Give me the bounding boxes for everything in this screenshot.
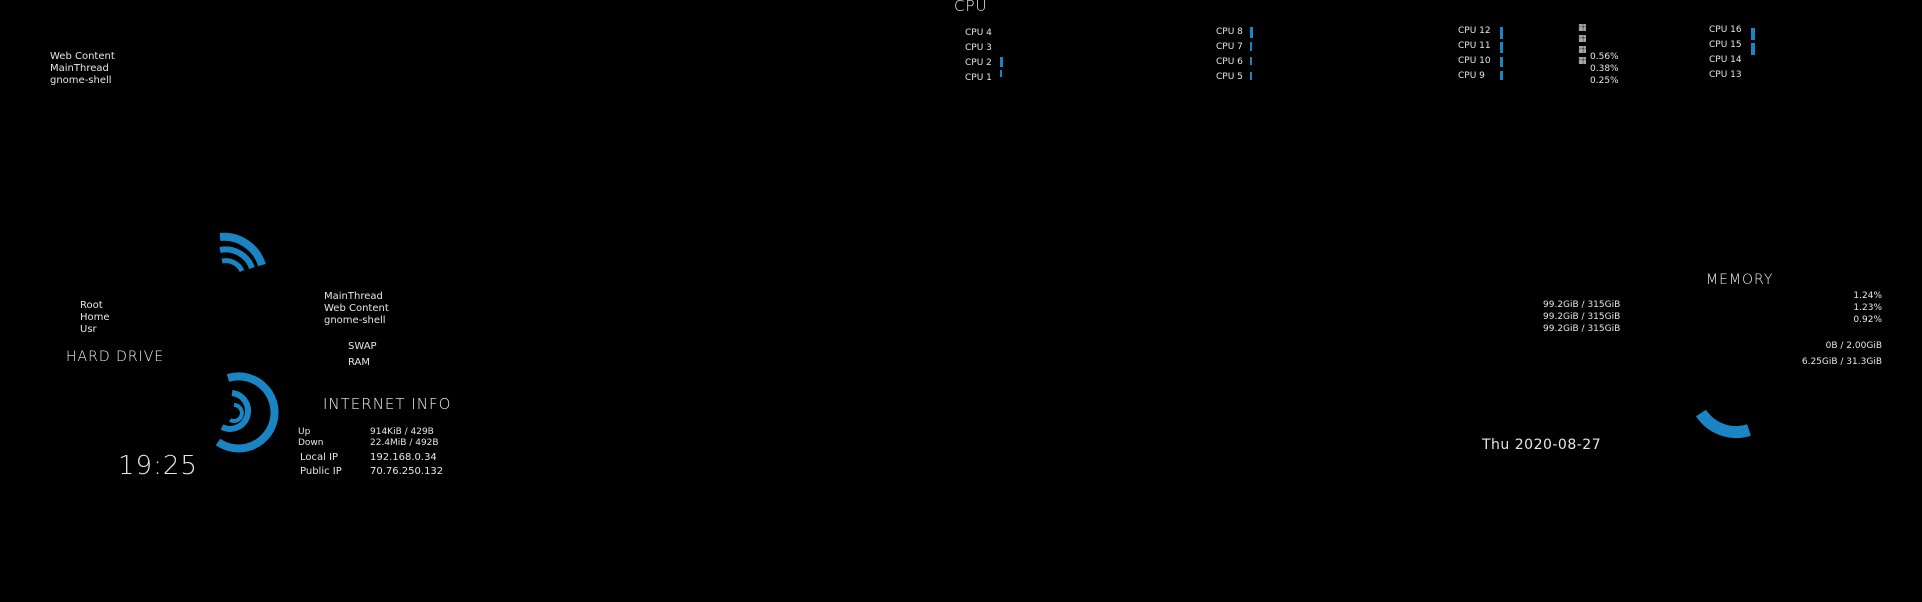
memory-ring-icon — [1695, 409, 1751, 438]
memory-percent: 1.23% — [1853, 303, 1882, 313]
cpu-bar — [1500, 71, 1503, 80]
cpu-bar — [1000, 70, 1002, 77]
process-name: gnome-shell — [324, 315, 386, 326]
hard-drive-mounts: Root Home Usr — [80, 300, 110, 336]
cpu-label: CPU 1 — [965, 72, 992, 83]
usage-value: 99.2GiB / 315GiB — [1543, 312, 1621, 322]
memory-process-list: MainThread Web Content gnome-shell — [324, 291, 389, 327]
cpu-title: CPU — [954, 0, 988, 15]
cpu-group-4: CPU 16 CPU 15 CPU 14 CPU 13 — [1709, 22, 1742, 82]
cpu-bar — [1500, 42, 1503, 53]
mount-label: Home — [80, 312, 110, 323]
cpu-bar — [1250, 72, 1252, 80]
cpu-label: CPU 9 — [1458, 70, 1485, 81]
overlap-glyphs: ▦ ▦ ▦ ▦ — [1578, 23, 1587, 66]
ram-label: RAM — [348, 357, 371, 368]
clock-time: 19:25 — [118, 451, 198, 481]
cpu-label: CPU 7 — [1216, 41, 1243, 52]
process-name: Web Content — [324, 303, 389, 314]
process-name: MainThread — [324, 291, 383, 302]
cpu-bar — [1250, 57, 1252, 65]
cpu-label: CPU 11 — [1458, 40, 1491, 51]
cpu-bar — [1500, 27, 1503, 39]
usage-value: 99.2GiB / 315GiB — [1543, 300, 1621, 310]
top-process-list: Web Content MainThread gnome-shell — [50, 51, 115, 87]
cpu-label: CPU 2 — [965, 57, 992, 68]
cpu-bar — [1250, 42, 1252, 51]
cpu-label: CPU 3 — [965, 42, 992, 53]
hard-drive-ring-icon — [219, 232, 266, 273]
cpu-label: CPU 15 — [1709, 39, 1742, 50]
local-ip-label: Local IP — [300, 452, 339, 463]
cpu-group-1: CPU 4 CPU 3 CPU 2 CPU 1 — [965, 25, 992, 85]
cpu-label: CPU 14 — [1709, 54, 1742, 65]
mount-label: Usr — [80, 324, 97, 335]
cpu-percent: 0.56% — [1590, 52, 1619, 62]
up-label: Up — [298, 427, 311, 437]
cpu-label: CPU 13 — [1709, 69, 1742, 80]
internet-ring-icon — [215, 372, 279, 453]
memory-title: MEMORY — [1706, 272, 1774, 288]
process-name: gnome-shell — [50, 75, 112, 86]
clock-date: Thu 2020-08-27 — [1482, 437, 1602, 453]
down-value: 22.4MiB / 492B — [370, 438, 439, 448]
hard-drive-title: HARD DRIVE — [66, 349, 165, 365]
cpu-bar — [1751, 28, 1755, 40]
swap-value: 0B / 2.00GiB — [1825, 341, 1882, 351]
cpu-percent: 0.38% — [1590, 64, 1619, 74]
usage-value: 99.2GiB / 315GiB — [1543, 324, 1621, 334]
public-ip-value: 70.76.250.132 — [370, 466, 444, 477]
cpu-label: CPU 6 — [1216, 56, 1243, 67]
public-ip-label: Public IP — [300, 466, 342, 477]
cpu-label: CPU 12 — [1458, 25, 1491, 36]
memory-percent: 0.92% — [1853, 315, 1882, 325]
cpu-process-percents: 0.56% 0.38% 0.25% — [1590, 52, 1619, 88]
memory-percent: 1.24% — [1853, 291, 1882, 301]
cpu-bar — [1000, 57, 1003, 67]
hard-drive-usage: 99.2GiB / 315GiB 99.2GiB / 315GiB 99.2Gi… — [1543, 300, 1620, 336]
mount-label: Root — [80, 300, 103, 311]
process-name: MainThread — [50, 63, 109, 74]
cpu-label: CPU 4 — [965, 27, 992, 38]
cpu-label: CPU 8 — [1216, 26, 1243, 37]
swap-label: SWAP — [348, 341, 377, 352]
cpu-group-2: CPU 8 CPU 7 CPU 6 CPU 5 — [1216, 24, 1243, 84]
cpu-label: CPU 16 — [1709, 24, 1742, 35]
cpu-bar — [1250, 27, 1253, 38]
local-ip-value: 192.168.0.34 — [370, 452, 437, 463]
down-label: Down — [298, 438, 324, 448]
up-value: 914KiB / 429B — [370, 427, 434, 437]
process-name: Web Content — [50, 51, 115, 62]
cpu-label: CPU 5 — [1216, 71, 1243, 82]
cpu-label: CPU 10 — [1458, 55, 1491, 66]
cpu-bar — [1500, 57, 1503, 67]
cpu-group-3: CPU 12 CPU 11 CPU 10 CPU 9 — [1458, 23, 1491, 83]
ram-value: 6.25GiB / 31.3GiB — [1801, 357, 1882, 367]
cpu-bar — [1751, 43, 1755, 55]
memory-percents: 1.24% 1.23% 0.92% — [1820, 291, 1882, 327]
internet-info-title: INTERNET INFO — [323, 395, 452, 413]
cpu-percent: 0.25% — [1590, 76, 1619, 86]
